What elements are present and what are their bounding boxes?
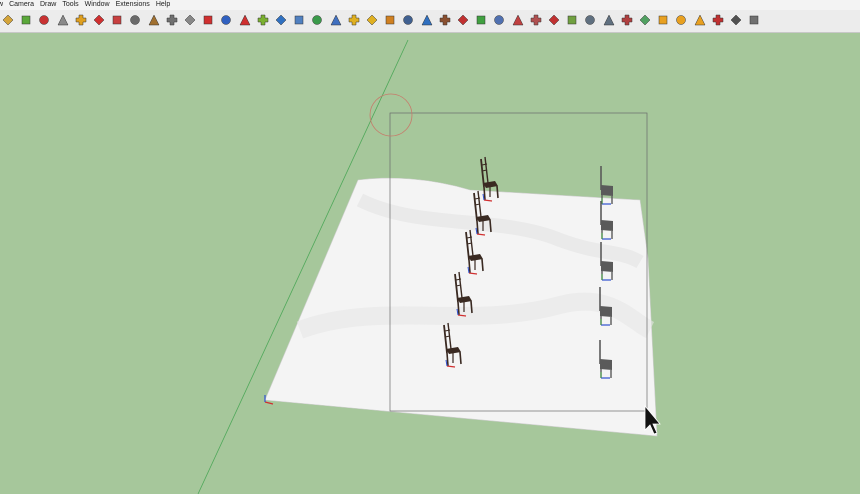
- panel-red-icon[interactable]: [621, 14, 633, 26]
- cup-icon[interactable]: [439, 14, 451, 26]
- menu-bar: w Camera Draw Tools Window Extensions Help: [0, 0, 860, 10]
- menu-window[interactable]: Window: [85, 0, 110, 10]
- magnet-icon[interactable]: [457, 14, 469, 26]
- component-icon[interactable]: [475, 14, 487, 26]
- orange-square-icon[interactable]: [657, 14, 669, 26]
- orange-square-3-icon[interactable]: [694, 14, 706, 26]
- cross-green-icon[interactable]: [257, 14, 269, 26]
- box-outline-icon[interactable]: [129, 14, 141, 26]
- rotate-3d-icon[interactable]: [330, 14, 342, 26]
- panel-icon[interactable]: [584, 14, 596, 26]
- texture-icon[interactable]: [566, 14, 578, 26]
- section-icon[interactable]: [111, 14, 123, 26]
- bezier-alt-icon[interactable]: [220, 14, 232, 26]
- warning-icon[interactable]: [348, 14, 360, 26]
- menu-view[interactable]: w: [0, 0, 3, 10]
- dashed-circle-icon[interactable]: [730, 14, 742, 26]
- cross-red-icon[interactable]: [239, 14, 251, 26]
- grid-icon[interactable]: [293, 14, 305, 26]
- panel-green-icon[interactable]: [639, 14, 651, 26]
- menu-tools[interactable]: Tools: [62, 0, 78, 10]
- model-viewport[interactable]: [0, 33, 860, 494]
- bezier-icon[interactable]: [202, 14, 214, 26]
- component-edit-icon[interactable]: [493, 14, 505, 26]
- group-icon[interactable]: [512, 14, 524, 26]
- rectangle-icon[interactable]: [93, 14, 105, 26]
- green-diamond-icon[interactable]: [20, 14, 32, 26]
- lasso-icon[interactable]: [366, 14, 378, 26]
- red-diamond-icon[interactable]: [38, 14, 50, 26]
- cone-icon[interactable]: [311, 14, 323, 26]
- menu-extensions[interactable]: Extensions: [116, 0, 150, 10]
- orbit-icon[interactable]: [384, 14, 396, 26]
- follow-me-icon[interactable]: [148, 14, 160, 26]
- orange-square-alt-icon[interactable]: [675, 14, 687, 26]
- eraser-icon[interactable]: [57, 14, 69, 26]
- scene-canvas[interactable]: [0, 33, 860, 494]
- toolbar: [0, 10, 860, 33]
- blue-shape-icon[interactable]: [275, 14, 287, 26]
- arc-icon[interactable]: [184, 14, 196, 26]
- tape-icon[interactable]: [166, 14, 178, 26]
- move-icon[interactable]: [421, 14, 433, 26]
- gear-icon[interactable]: [402, 14, 414, 26]
- grid-select-icon[interactable]: [748, 14, 760, 26]
- material-icon[interactable]: [548, 14, 560, 26]
- push-pull-icon[interactable]: [2, 14, 14, 26]
- panel-alt-icon[interactable]: [603, 14, 615, 26]
- dots-icon[interactable]: [712, 14, 724, 26]
- rotate-icon[interactable]: [75, 14, 87, 26]
- menu-draw[interactable]: Draw: [40, 0, 56, 10]
- menu-camera[interactable]: Camera: [9, 0, 34, 10]
- scale-icon[interactable]: [530, 14, 542, 26]
- menu-help[interactable]: Help: [156, 0, 170, 10]
